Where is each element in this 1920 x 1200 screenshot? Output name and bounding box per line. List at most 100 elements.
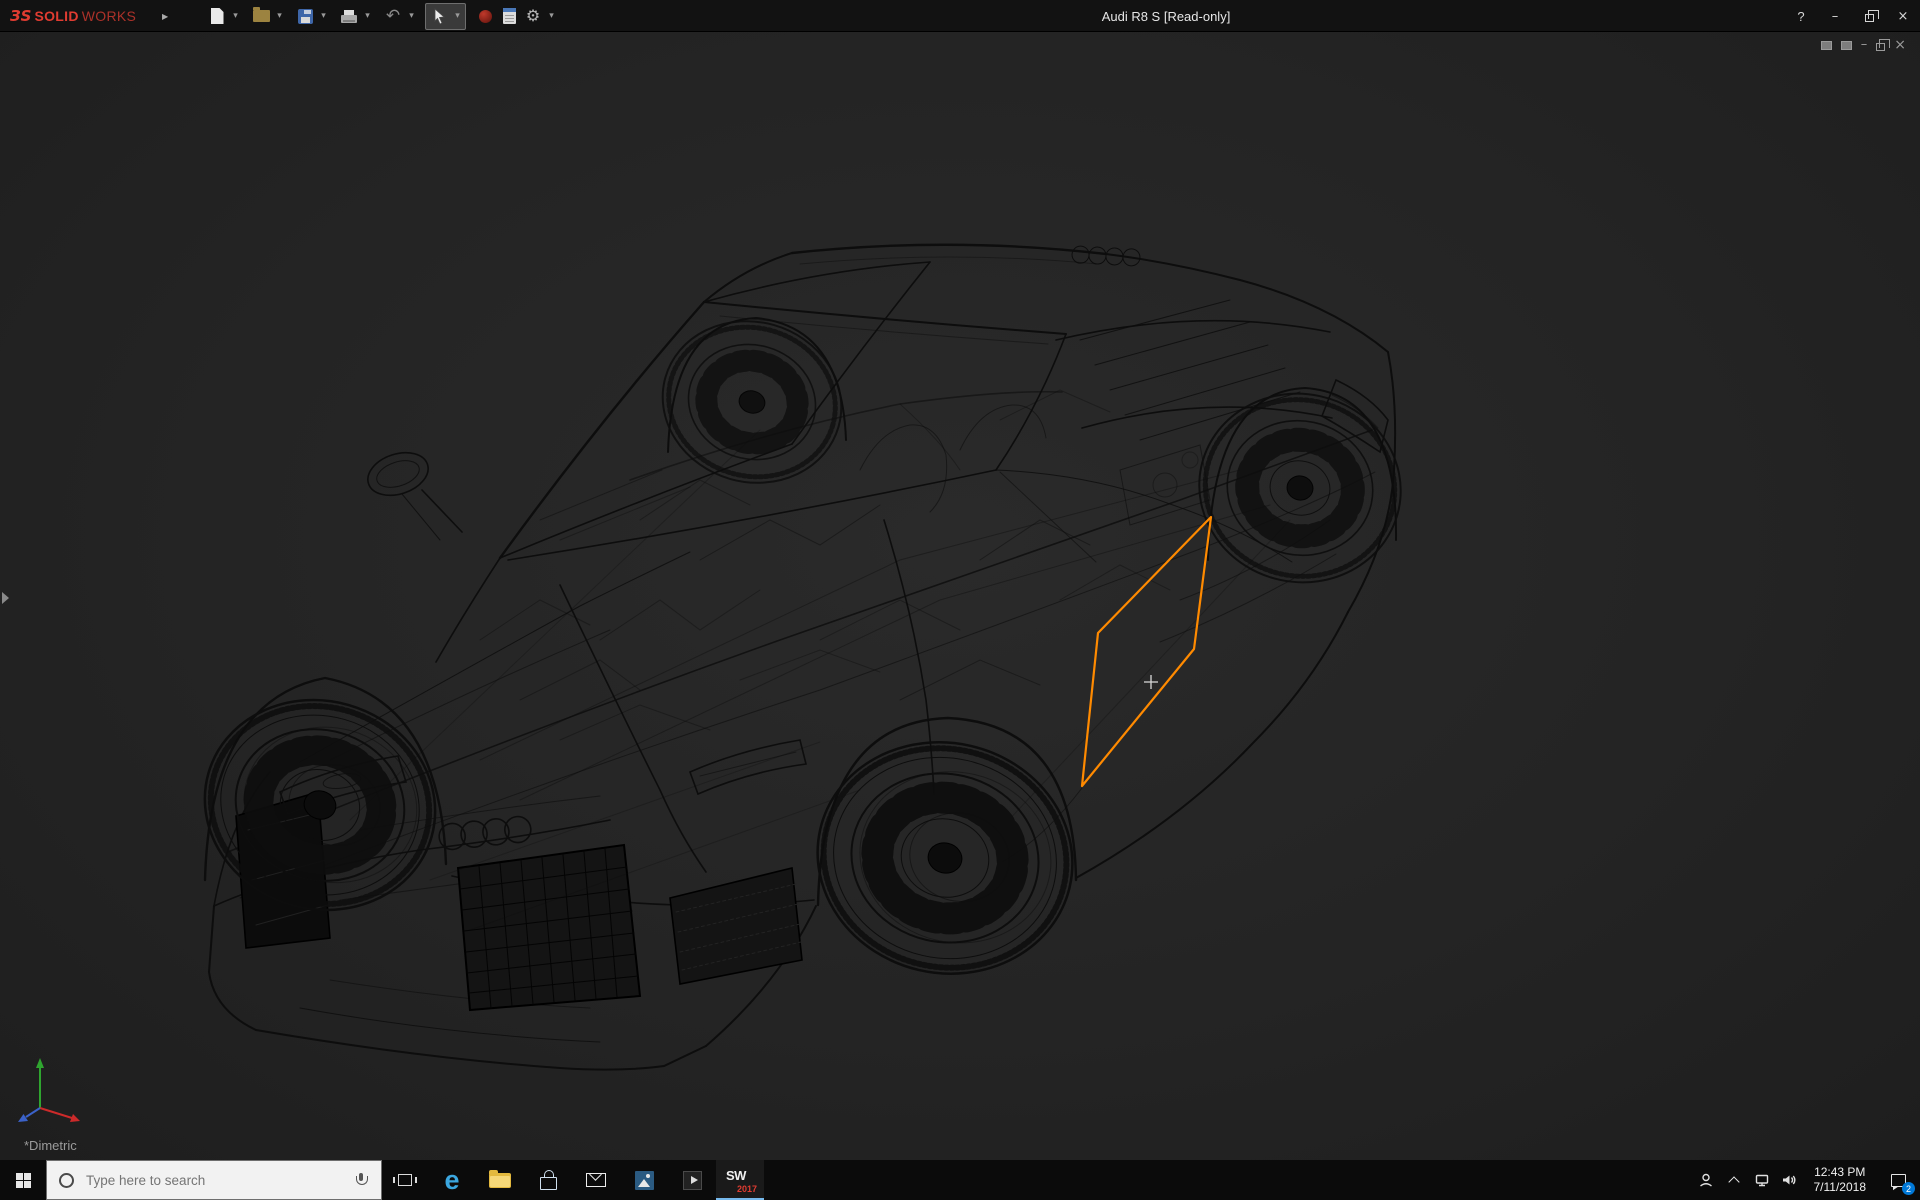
save-button[interactable] <box>293 4 317 28</box>
solidworks-window: ЗS SOLIDWORKS ▶ ▾ ▾ ▾ ▾ ↶ ▾ ▾ ⚙ <box>0 0 1920 1200</box>
open-button[interactable] <box>249 4 273 28</box>
network-icon <box>1754 1172 1770 1188</box>
select-tool-button[interactable] <box>427 4 451 28</box>
cortana-icon <box>59 1173 74 1188</box>
document-window-controls: – × <box>1821 39 1906 51</box>
audi-rings-rear <box>1072 246 1141 267</box>
task-view-icon <box>398 1174 412 1186</box>
windows-logo-icon <box>16 1173 31 1188</box>
selected-face-highlight[interactable] <box>1082 517 1211 786</box>
file-explorer-icon <box>489 1173 511 1188</box>
wheel-rear-right <box>1182 375 1419 601</box>
select-tool-dropdown[interactable]: ▾ <box>451 4 464 28</box>
orientation-triad <box>18 1058 80 1122</box>
taskbar-app-mail[interactable] <box>572 1160 620 1200</box>
graphics-viewport[interactable]: – × <box>0 32 1920 1160</box>
undo-dropdown[interactable]: ▾ <box>405 4 418 28</box>
gear-icon: ⚙ <box>526 8 540 24</box>
show-hidden-icons-button[interactable] <box>1720 1160 1748 1200</box>
undo-icon: ↶ <box>386 8 400 25</box>
rebuild-icon <box>479 10 492 23</box>
taskbar-app-photos[interactable] <box>620 1160 668 1200</box>
car-front-fascia <box>236 740 806 1010</box>
print-button[interactable] <box>337 4 361 28</box>
taskbar-app-edge[interactable]: e <box>428 1160 476 1200</box>
taskbar-app-file-explorer[interactable] <box>476 1160 524 1200</box>
document-close-icon[interactable]: × <box>1894 39 1906 51</box>
new-document-dropdown[interactable]: ▾ <box>229 4 242 28</box>
store-icon <box>540 1177 557 1190</box>
mail-icon <box>586 1173 606 1187</box>
start-button[interactable] <box>0 1160 46 1200</box>
options-button[interactable]: ⚙ <box>521 4 545 28</box>
restore-icon <box>1865 14 1874 22</box>
print-dropdown[interactable]: ▾ <box>361 4 374 28</box>
window-title: Audi R8 S [Read-only] <box>1102 0 1231 32</box>
logo-text-works: WORKS <box>82 8 136 24</box>
document-window-icon-1[interactable] <box>1821 41 1832 50</box>
microphone-icon[interactable] <box>353 1172 369 1188</box>
file-properties-button[interactable] <box>497 4 521 28</box>
taskbar-search-box <box>46 1160 382 1200</box>
speaker-icon <box>1781 1172 1798 1188</box>
solidworks-icon-year: 2017 <box>737 1184 757 1194</box>
logo-text-solid: SOLID <box>34 8 78 24</box>
minimize-button[interactable]: – <box>1818 0 1852 32</box>
car-greenhouse <box>362 257 1098 560</box>
save-dropdown[interactable]: ▾ <box>317 4 330 28</box>
toolbar-flyout-arrow-icon[interactable]: ▶ <box>162 0 168 32</box>
3d-canvas[interactable] <box>0 32 1920 1160</box>
wheel-rear-left <box>794 717 1095 999</box>
solidworks-icon-label: SW <box>726 1168 746 1183</box>
wireframe-car-model <box>180 245 1419 1070</box>
solidworks-logo: ЗS SOLIDWORKS <box>10 0 136 32</box>
new-document-button[interactable] <box>205 4 229 28</box>
taskbar-app-movies[interactable] <box>668 1160 716 1200</box>
print-icon <box>341 15 357 23</box>
action-center-button[interactable]: 2 <box>1876 1160 1920 1200</box>
car-internal-structure <box>350 390 1290 930</box>
select-cursor-icon <box>430 7 448 25</box>
chevron-up-icon <box>1728 1176 1739 1187</box>
titlebar: ЗS SOLIDWORKS ▶ ▾ ▾ ▾ ▾ ↶ ▾ ▾ ⚙ <box>0 0 1920 32</box>
clock-time: 12:43 PM <box>1814 1165 1867 1180</box>
quick-access-toolbar: ▾ ▾ ▾ ▾ ↶ ▾ ▾ ⚙ ▾ <box>205 0 558 32</box>
taskbar-app-store[interactable] <box>524 1160 572 1200</box>
solidworks-app-icon: SW 2017 <box>723 1165 757 1195</box>
open-dropdown[interactable]: ▾ <box>273 4 286 28</box>
car-engine-deck <box>1056 300 1388 452</box>
file-properties-icon <box>503 8 516 24</box>
notification-badge: 2 <box>1902 1182 1915 1195</box>
volume-button[interactable] <box>1776 1160 1804 1200</box>
document-minimize-icon[interactable]: – <box>1861 40 1868 50</box>
network-button[interactable] <box>1748 1160 1776 1200</box>
task-view-button[interactable] <box>382 1160 428 1200</box>
help-button[interactable]: ? <box>1784 0 1818 32</box>
clock-date: 7/11/2018 <box>1814 1180 1867 1195</box>
close-button[interactable]: × <box>1886 0 1920 32</box>
taskbar-app-solidworks[interactable]: SW 2017 <box>716 1160 764 1200</box>
system-tray: 12:43 PM 7/11/2018 2 <box>1692 1160 1920 1200</box>
crosshair-cursor <box>1144 675 1158 689</box>
edge-icon: e <box>444 1167 459 1194</box>
window-controls: ? – × <box>1784 0 1920 32</box>
open-folder-icon <box>253 10 270 22</box>
save-icon <box>298 9 313 24</box>
windows-taskbar: e SW 2017 <box>0 1160 1920 1200</box>
rebuild-button[interactable] <box>473 4 497 28</box>
search-input[interactable] <box>84 1172 353 1189</box>
view-orientation-label: *Dimetric <box>24 1138 77 1153</box>
select-tool-group: ▾ <box>425 3 466 30</box>
document-window-icon-2[interactable] <box>1841 41 1852 50</box>
taskbar-clock[interactable]: 12:43 PM 7/11/2018 <box>1804 1165 1877 1195</box>
3ds-logo-icon: ЗS <box>10 7 31 25</box>
people-button[interactable] <box>1692 1160 1720 1200</box>
movies-tv-icon <box>683 1171 702 1190</box>
photos-icon <box>635 1171 654 1190</box>
document-restore-icon[interactable] <box>1876 43 1885 51</box>
undo-button[interactable]: ↶ <box>381 4 405 28</box>
new-document-icon <box>211 8 224 24</box>
restore-button[interactable] <box>1852 0 1886 32</box>
wheel-front-right <box>643 300 860 503</box>
options-dropdown[interactable]: ▾ <box>545 4 558 28</box>
